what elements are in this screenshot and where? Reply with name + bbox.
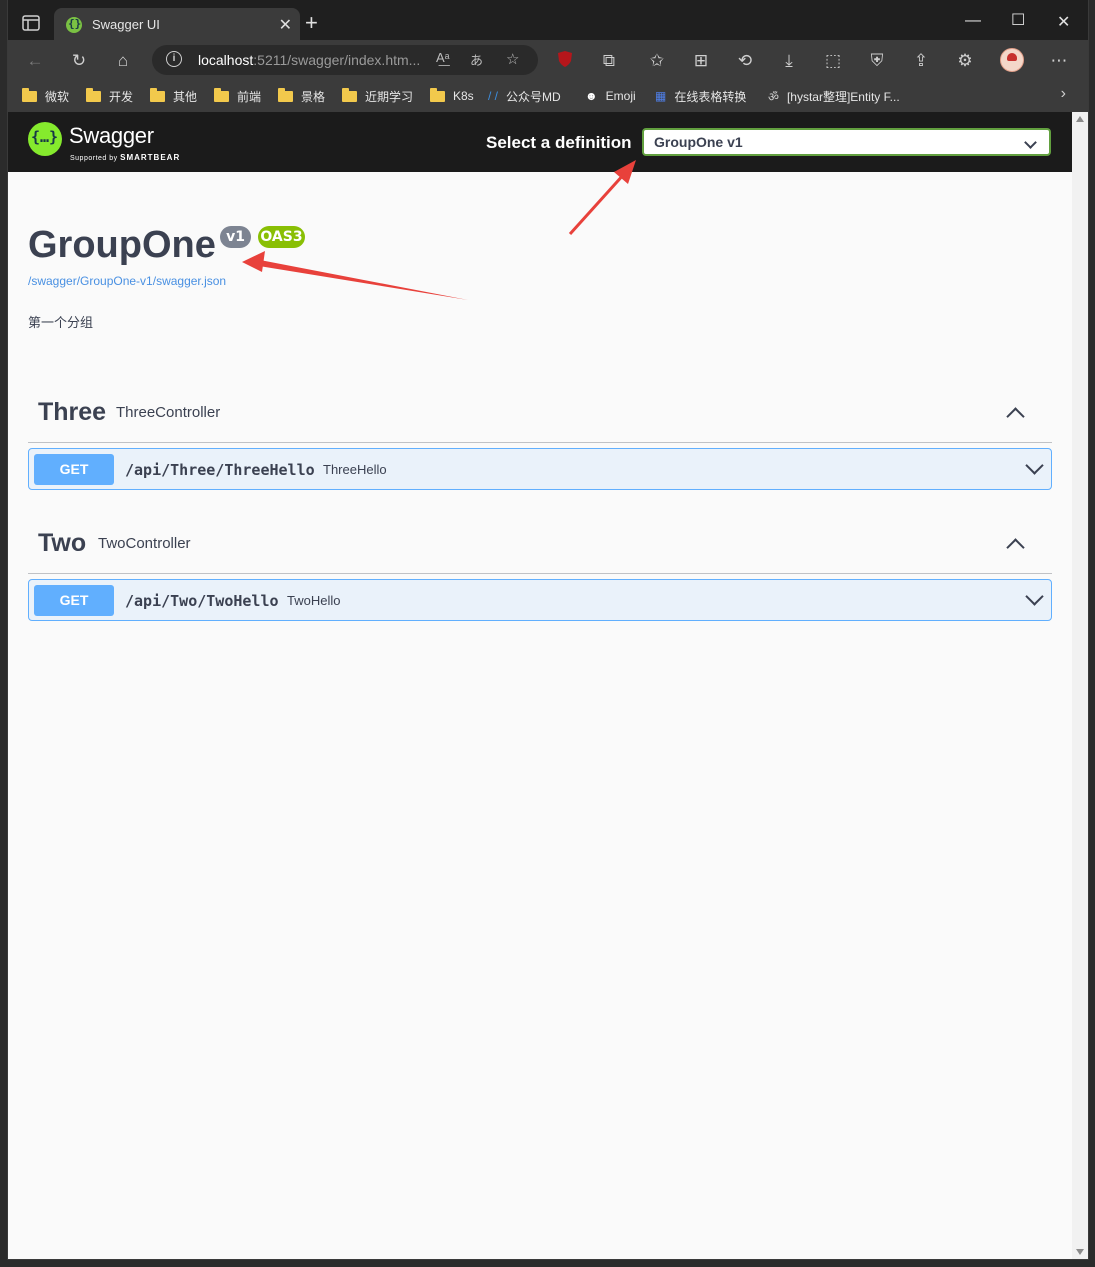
more-menu-icon[interactable]: ⋯ [1048,50,1070,72]
folder-icon [150,87,165,102]
folder-icon [214,87,229,102]
bookmark-folder-qianduan[interactable]: 前端 [214,87,261,105]
grid-icon: ▦ [655,89,667,103]
share-icon[interactable]: ⇪ [910,50,932,72]
bookmark-entity-framework[interactable]: ॐ [hystar整理]Entity F... [768,87,900,105]
bookmarks-bar: 微软 开发 其他 前端 景格 近期学习 K8s / / 公众号MD ☻ Emoji … [8,80,1088,112]
bookmark-folder-k8s[interactable]: K8s [430,87,474,105]
tab-close-icon[interactable]: ✕ [279,15,292,35]
version-badge: v1 [220,226,251,248]
md-icon: / / [488,89,499,103]
operation-path: /api/Three/ThreeHello [125,461,315,479]
bookmark-folder-qita[interactable]: 其他 [150,87,197,105]
extensions-icon[interactable]: ⧉ [598,50,620,72]
swagger-topbar: {…} Swagger Supported by SMARTBEAR Selec… [8,112,1072,172]
browser-essentials-icon[interactable]: ⛨ [866,50,888,72]
smiley-icon: ☻ [585,89,598,103]
tag-section-two: Two TwoController GET /api/Two/TwoHello … [28,513,1052,621]
site-info-icon[interactable]: i [166,51,182,67]
minimize-icon[interactable]: — [965,12,981,30]
scroll-up-icon[interactable] [1076,116,1084,122]
oas-badge: OAS3 [258,226,305,248]
operation-path: /api/Two/TwoHello [125,592,279,610]
screenshot-icon[interactable]: ⬚ [822,50,844,72]
tag-name: Two [38,529,87,557]
tab-actions-icon[interactable] [22,15,40,31]
operation-summary: TwoHello [287,593,341,608]
annotation-arrow-to-title [242,251,468,300]
history-icon[interactable]: ⟲ [734,50,756,72]
browser-window: Swagger UI ✕ + — ☐ ✕ ← ↻ ⌂ i localhost:5… [8,0,1088,1259]
bookmark-folder-weiruan[interactable]: 微软 [22,87,69,105]
refresh-icon[interactable]: ↻ [68,50,90,72]
ublock-icon[interactable] [554,50,576,72]
settings-sync-icon[interactable]: ⚙ [954,50,976,72]
address-bar[interactable]: i localhost:5211/swagger/index.htm... A͟… [152,45,538,75]
smartbear-credit: Supported by SMARTBEAR [70,153,181,162]
swagger-logo-icon: {…} [28,122,62,156]
chevron-up-icon[interactable] [1006,407,1025,426]
browser-toolbar: ← ↻ ⌂ i localhost:5211/swagger/index.htm… [8,40,1088,80]
swagger-json-link[interactable]: /swagger/GroupOne-v1/swagger.json [28,274,226,288]
add-favorite-icon[interactable]: ☆ [506,50,519,68]
browser-tab[interactable]: Swagger UI ✕ [54,8,300,42]
bookmark-folder-jinqixuexi[interactable]: 近期学习 [342,87,413,105]
tag-description: TwoController [98,535,191,552]
chevron-right-icon[interactable]: › [1061,85,1066,103]
select-definition-label: Select a definition [486,133,632,152]
chevron-down-icon[interactable] [1025,587,1044,606]
chevron-down-icon [1024,136,1037,149]
back-icon[interactable]: ← [24,50,46,72]
translate-icon[interactable]: あ [470,50,483,69]
scroll-down-icon[interactable] [1076,1249,1084,1255]
swagger-brand: Swagger [69,123,154,148]
definition-select[interactable]: GroupOne v1 [642,128,1051,156]
downloads-icon[interactable]: ⤓ [778,50,800,72]
definition-select-value: GroupOne v1 [654,134,743,150]
home-icon[interactable]: ⌂ [112,50,134,72]
new-tab-icon[interactable]: + [305,12,318,34]
url-text[interactable]: localhost:5211/swagger/index.htm... [198,52,420,68]
operation-get-threehello[interactable]: GET /api/Three/ThreeHello ThreeHello [28,448,1052,490]
chevron-down-icon[interactable] [1025,456,1044,475]
chevron-up-icon[interactable] [1006,538,1025,557]
maximize-icon[interactable]: ☐ [1011,10,1025,30]
bookmark-folder-kaifa[interactable]: 开发 [86,87,133,105]
folder-icon [430,87,445,102]
tag-header-two[interactable]: Two TwoController [28,513,1052,574]
api-title: GroupOne [28,224,216,266]
url-path: :5211/swagger/index.htm... [253,52,421,68]
folder-icon [342,87,357,102]
http-method-badge: GET [34,454,114,485]
bookmark-gongzhonghao[interactable]: / / 公众号MD [488,87,561,105]
bookmark-folder-jingge[interactable]: 景格 [278,87,325,105]
favorites-icon[interactable]: ✩ [646,50,668,72]
tab-title: Swagger UI [92,17,160,32]
folder-icon [86,87,101,102]
bookmark-emoji[interactable]: ☻ Emoji [585,87,636,105]
window-close-icon[interactable]: ✕ [1057,12,1070,32]
http-method-badge: GET [34,585,114,616]
page-scrollbar[interactable] [1072,112,1088,1259]
operation-summary: ThreeHello [323,462,387,477]
collections-icon[interactable]: ⊞ [690,50,712,72]
folder-icon [278,87,293,102]
swagger-favicon-icon [66,17,82,33]
bookmark-table-convert[interactable]: ▦ 在线表格转换 [655,87,746,105]
url-host: localhost [198,52,254,68]
folder-icon [22,87,37,102]
om-icon: ॐ [768,89,779,104]
tag-name: Three [38,398,107,426]
api-description: 第一个分组 [28,315,94,330]
profile-avatar[interactable] [1000,48,1024,72]
page-viewport: {…} Swagger Supported by SMARTBEAR Selec… [8,112,1072,1259]
tag-header-three[interactable]: Three ThreeController [28,382,1052,443]
operation-get-twohello[interactable]: GET /api/Two/TwoHello TwoHello [28,579,1052,621]
read-aloud-icon[interactable]: A͟ᵃ [436,50,450,65]
tag-description: ThreeController [116,404,221,421]
tag-section-three: Three ThreeController GET /api/Three/Thr… [28,382,1052,490]
